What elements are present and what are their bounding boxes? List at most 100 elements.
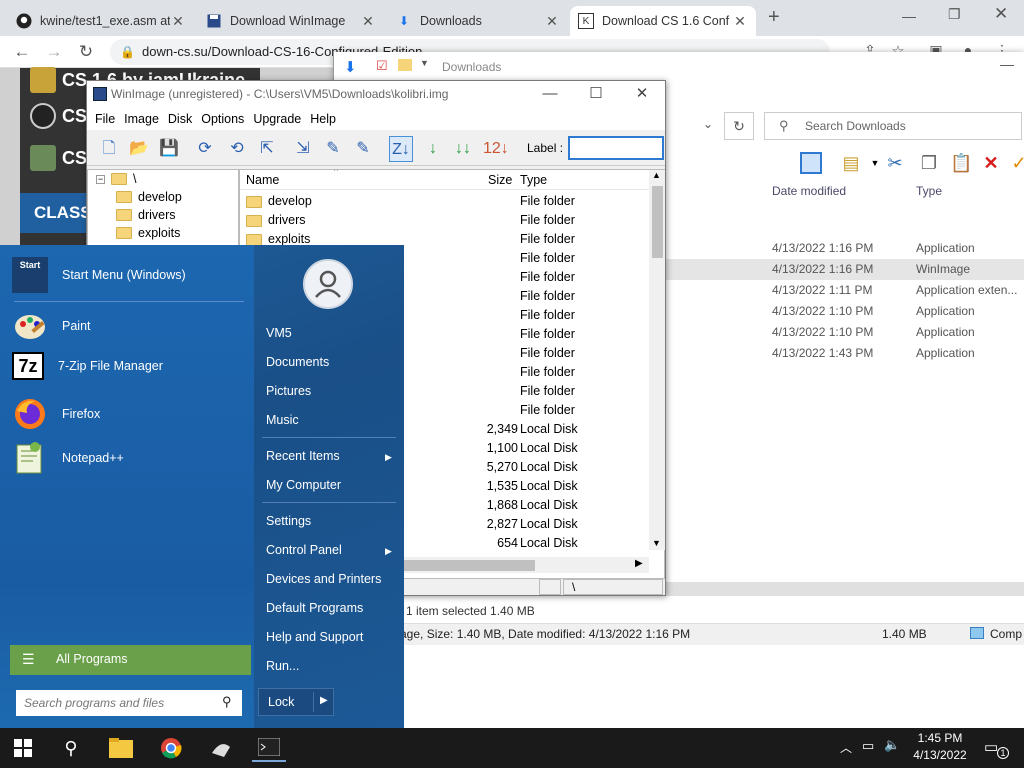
format-icon[interactable]: ⇱ [255,136,279,162]
clock[interactable]: 1:45 PM 4/13/2022 [900,730,980,764]
tab-github[interactable]: kwine/test1_exe.asm at ✕ [8,6,194,36]
view-options-icon[interactable]: ▤ [840,152,862,174]
program-7zip[interactable]: 7z 7-Zip File Manager [12,352,163,380]
inject-icon[interactable]: ✎ [321,136,345,162]
explorer-row[interactable]: 4/13/2022 1:16 PM Application [664,238,1024,259]
minimize-icon[interactable]: — [902,8,916,24]
column-name[interactable]: Name [246,173,279,187]
extract-icon[interactable]: ⇲ [291,136,315,162]
scroll-right-icon[interactable]: ▶ [635,558,643,569]
menu-music[interactable]: Music [266,413,299,427]
menu-pictures[interactable]: Pictures [266,384,311,398]
preview-pane-icon[interactable] [800,152,822,174]
vertical-scrollbar[interactable]: ▲ ▼ [649,170,665,550]
program-start-menu[interactable]: Start Start Menu (Windows) [12,257,186,293]
cut-icon[interactable]: ✂ [884,152,906,174]
properties-icon[interactable]: ☑ [376,58,388,74]
tree-item[interactable]: exploits [116,226,180,240]
menu-settings[interactable]: Settings [266,514,311,528]
minimize-icon[interactable]: — [1000,56,1014,72]
rename-icon[interactable]: ✓ [1008,152,1024,174]
program-notepadpp[interactable]: Notepad++ [12,440,124,476]
menu-disk[interactable]: Disk [166,108,199,130]
menu-documents[interactable]: Documents [266,355,329,369]
label-input[interactable] [568,136,664,160]
open-icon[interactable]: 📂 [127,136,151,162]
winimage-taskbar-icon[interactable] [204,734,238,762]
close-icon[interactable]: ✕ [544,13,560,30]
tree-root[interactable]: − \ [96,172,136,186]
column-type[interactable]: Type [916,184,942,198]
collapse-icon[interactable]: − [96,174,105,184]
user-avatar[interactable] [303,259,353,309]
chevron-down-icon[interactable]: ▼ [420,58,429,68]
horizontal-scrollbar[interactable] [664,582,1024,596]
menu-control-panel[interactable]: Control Panel [266,543,342,557]
forward-icon[interactable]: → [44,42,64,62]
column-type[interactable]: Type [520,173,547,187]
windows-start-icon[interactable] [6,734,40,762]
delete-icon[interactable]: ✕ [980,152,1002,174]
menu-default-programs[interactable]: Default Programs [266,601,363,615]
reload-icon[interactable]: ↻ [76,42,96,62]
close-window-icon[interactable]: ✕ [994,4,1008,24]
all-programs-button[interactable]: ☰ All Programs [10,645,251,675]
copy-icon[interactable]: ❐ [918,152,940,174]
tab-downloads[interactable]: ⬇ Downloads ✕ [388,6,568,36]
refresh-icon[interactable]: ↻ [724,112,754,140]
program-paint[interactable]: Paint [12,308,91,344]
file-row[interactable]: drivers File folder [240,211,650,230]
edit-icon[interactable]: ✎ [351,136,375,162]
program-firefox[interactable]: Firefox [12,396,100,432]
close-icon[interactable]: ✕ [732,13,748,30]
explorer-row[interactable]: 4/13/2022 1:11 PM Application exten... [664,280,1024,301]
column-size[interactable]: Size [488,173,512,187]
restore-icon[interactable]: ❐ [948,6,961,23]
chevron-right-icon[interactable]: ▶ [313,692,328,712]
tab-winimage[interactable]: Download WinImage ✕ [198,6,384,36]
sort-type-icon[interactable]: ↓ [421,136,445,162]
chrome-icon[interactable] [154,734,188,762]
sort-size-icon[interactable]: ↓↓ [451,136,475,162]
menu-my-computer[interactable]: My Computer [266,478,341,492]
new-tab-icon[interactable]: + [768,6,780,29]
tab-download-cs[interactable]: K Download CS 1.6 Conf ✕ [570,6,756,36]
explorer-row[interactable]: 4/13/2022 1:10 PM Application [664,301,1024,322]
tree-item[interactable]: develop [116,190,182,204]
read-disk-icon[interactable]: ⟳ [193,136,217,162]
explorer-row[interactable]: 4/13/2022 1:16 PM WinImage [664,259,1024,280]
file-explorer-icon[interactable] [104,734,138,762]
menu-recent-items[interactable]: Recent Items [266,449,340,463]
search-programs-input[interactable]: Search programs and files ⚲ [16,690,242,716]
maximize-icon[interactable]: ☐ [573,84,619,106]
close-icon[interactable]: ✕ [619,84,665,106]
menu-image[interactable]: Image [122,108,166,130]
explorer-row[interactable]: 4/13/2022 1:43 PM Application [664,343,1024,364]
menu-upgrade[interactable]: Upgrade [251,108,308,130]
column-date-modified[interactable]: Date modified [772,184,846,198]
sort-name-icon[interactable]: Z↓ [389,136,413,162]
back-icon[interactable]: ← [12,42,32,62]
close-icon[interactable]: ✕ [170,13,186,30]
menu-help-support[interactable]: Help and Support [266,630,363,644]
paste-icon[interactable]: 📋 [950,152,972,174]
network-icon[interactable]: ▭ [862,738,874,754]
menu-user[interactable]: VM5 [266,326,292,340]
cmd-icon[interactable] [252,734,286,762]
save-icon[interactable]: 💾 [157,136,181,162]
search-input[interactable]: ⚲ Search Downloads [764,112,1022,140]
chevron-down-icon[interactable]: ▼ [864,152,886,174]
menu-devices-printers[interactable]: Devices and Printers [266,572,381,586]
menu-file[interactable]: File [93,108,122,130]
chevron-down-icon[interactable]: ⌄ [694,112,722,140]
new-image-icon[interactable]: 🗋 [97,136,121,162]
volume-icon[interactable]: 🔈 [884,737,900,753]
chevron-up-icon[interactable]: ︿ [840,739,852,756]
file-row[interactable]: develop File folder [240,192,650,211]
sort-date-icon[interactable]: 12↓ [483,136,509,162]
menu-options[interactable]: Options [199,108,251,130]
menu-run[interactable]: Run... [266,659,299,673]
close-icon[interactable]: ✕ [360,13,376,30]
scroll-thumb[interactable] [652,186,663,258]
search-icon[interactable]: ⚲ [54,734,88,762]
